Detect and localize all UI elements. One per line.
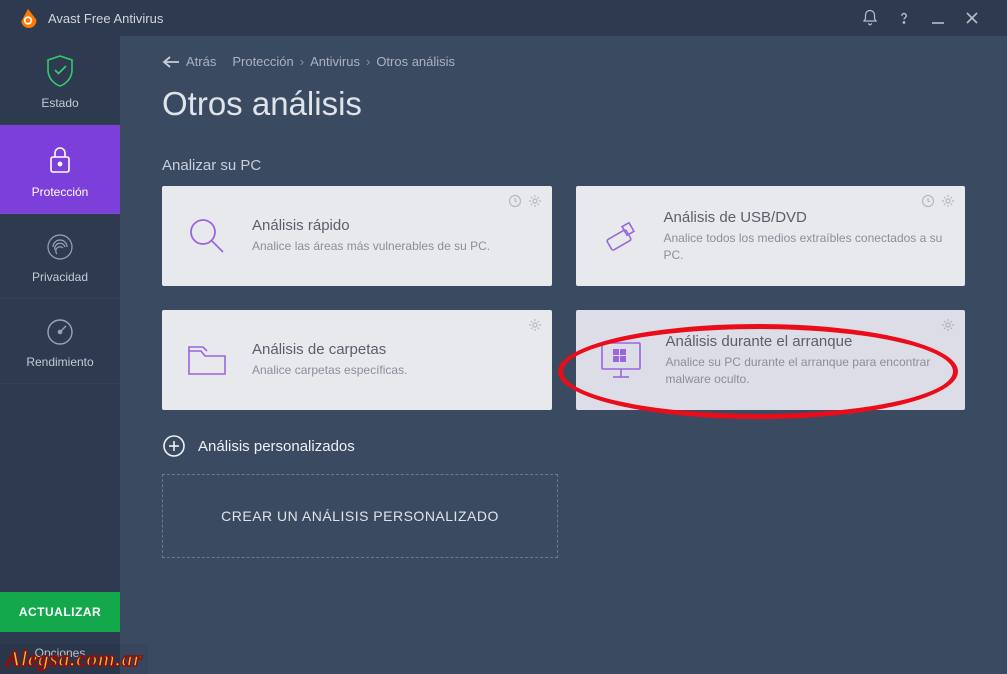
card-title: Análisis durante el arranque	[666, 333, 946, 350]
content-area: Atrás Protección › Antivirus › Otros aná…	[120, 36, 1007, 674]
gear-icon[interactable]	[528, 194, 542, 208]
avast-logo-icon	[18, 8, 38, 28]
card-sub: Analice todos los medios extraíbles cone…	[664, 230, 946, 264]
create-custom-scan-button[interactable]: CREAR UN ANÁLISIS PERSONALIZADO	[162, 474, 558, 558]
sidebar: Estado Protección Privacidad	[0, 36, 120, 674]
help-icon[interactable]	[887, 4, 921, 32]
card-sub: Analice su PC durante el arranque para e…	[666, 354, 946, 388]
app-title: Avast Free Antivirus	[48, 11, 163, 26]
app-window: Avast Free Antivirus Estado	[0, 0, 1007, 674]
custom-scans-label: Análisis personalizados	[198, 438, 355, 455]
section-label: Analizar su PC	[162, 157, 965, 174]
sidebar-item-label: Protección	[32, 185, 89, 199]
card-title: Análisis rápido	[252, 217, 490, 234]
page-title: Otros análisis	[162, 85, 965, 123]
gauge-icon	[45, 317, 75, 347]
monitor-windows-icon	[598, 339, 644, 381]
scan-card-quick[interactable]: Análisis rápido Analice las áreas más vu…	[162, 186, 552, 286]
update-label: ACTUALIZAR	[19, 605, 101, 619]
breadcrumb-item[interactable]: Otros análisis	[376, 54, 455, 69]
magnifier-icon	[185, 214, 229, 258]
card-sub: Analice las áreas más vulnerables de su …	[252, 238, 490, 255]
close-icon[interactable]	[955, 4, 989, 32]
breadcrumb-sep: ›	[366, 54, 370, 69]
breadcrumb: Atrás Protección › Antivirus › Otros aná…	[162, 54, 965, 69]
create-custom-scan-label: CREAR UN ANÁLISIS PERSONALIZADO	[221, 508, 499, 524]
clock-icon[interactable]	[508, 194, 522, 208]
sidebar-item-status[interactable]: Estado	[0, 36, 120, 125]
scan-card-usb[interactable]: Análisis de USB/DVD Analice todos los me…	[576, 186, 966, 286]
titlebar: Avast Free Antivirus	[0, 0, 1007, 36]
folder-icon	[185, 341, 229, 379]
fingerprint-icon	[45, 232, 75, 262]
sidebar-item-performance[interactable]: Rendimiento	[0, 299, 120, 384]
update-button[interactable]: ACTUALIZAR	[0, 592, 120, 632]
watermark: Alegsa.com.ar	[0, 644, 148, 674]
usb-icon	[598, 214, 642, 258]
breadcrumb-sep: ›	[300, 54, 304, 69]
gear-icon[interactable]	[528, 318, 542, 332]
breadcrumb-item[interactable]: Antivirus	[310, 54, 360, 69]
gear-icon[interactable]	[941, 318, 955, 332]
sidebar-item-label: Privacidad	[32, 270, 88, 284]
gear-icon[interactable]	[941, 194, 955, 208]
custom-scans-header[interactable]: Análisis personalizados	[162, 434, 965, 458]
card-title: Análisis de carpetas	[252, 341, 407, 358]
sidebar-item-label: Estado	[41, 96, 78, 110]
plus-circle-icon	[162, 434, 186, 458]
minimize-icon[interactable]	[921, 4, 955, 32]
back-label: Atrás	[186, 54, 216, 69]
arrow-left-icon	[162, 55, 180, 69]
scan-card-folders[interactable]: Análisis de carpetas Analice carpetas es…	[162, 310, 552, 410]
sidebar-item-label: Rendimiento	[26, 355, 93, 369]
scan-card-boot[interactable]: Análisis durante el arranque Analice su …	[576, 310, 966, 410]
sidebar-item-privacy[interactable]: Privacidad	[0, 214, 120, 299]
notifications-icon[interactable]	[853, 4, 887, 32]
shield-icon	[45, 54, 75, 88]
card-sub: Analice carpetas específicas.	[252, 362, 407, 379]
clock-icon[interactable]	[921, 194, 935, 208]
back-button[interactable]: Atrás	[162, 54, 216, 69]
card-title: Análisis de USB/DVD	[664, 209, 946, 226]
breadcrumb-item[interactable]: Protección	[232, 54, 293, 69]
lock-icon	[45, 143, 75, 177]
sidebar-item-protection[interactable]: Protección	[0, 125, 120, 214]
